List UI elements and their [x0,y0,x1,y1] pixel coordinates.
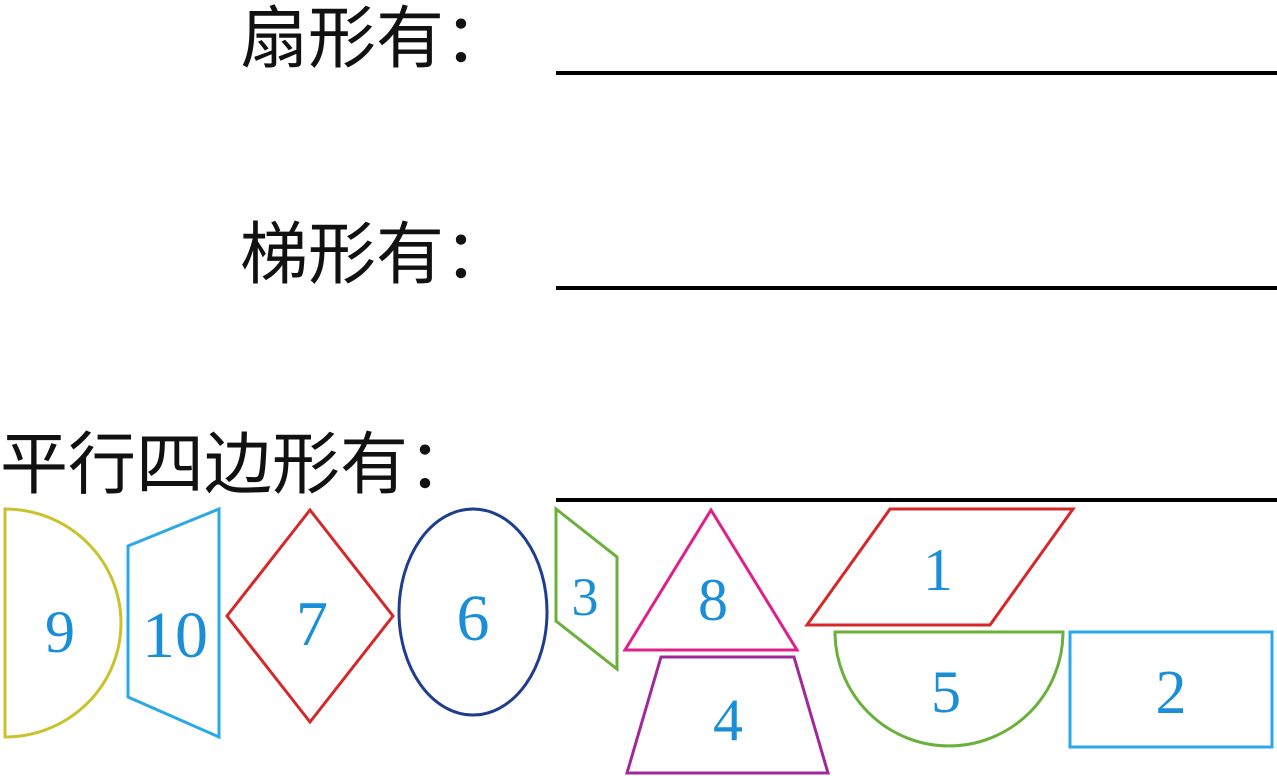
shape-9-number: 9 [45,599,75,665]
shape-4-number: 4 [713,687,743,753]
shape-3: 3 [554,505,619,673]
shape-5: 5 [833,630,1065,748]
shape-7-number: 7 [296,588,328,659]
shape-2: 2 [1068,630,1274,749]
shape-2-number: 2 [1156,659,1187,727]
shape-6-number: 6 [457,582,490,655]
shape-4: 4 [624,655,831,775]
shape-6: 6 [397,507,549,717]
shape-7: 7 [225,507,395,725]
shape-9: 9 [3,507,123,739]
shape-8-number: 8 [698,567,728,633]
shape-1-number: 1 [923,537,953,603]
shape-1: 1 [804,507,1076,627]
shape-5-number: 5 [931,659,961,725]
shape-3-number: 3 [572,567,599,627]
shape-10-number: 10 [142,599,208,672]
shape-10: 10 [126,506,221,740]
shape-8: 8 [622,507,800,652]
shapes-diagram: 9 10 7 6 3 8 4 1 5 2 [3,505,1274,775]
